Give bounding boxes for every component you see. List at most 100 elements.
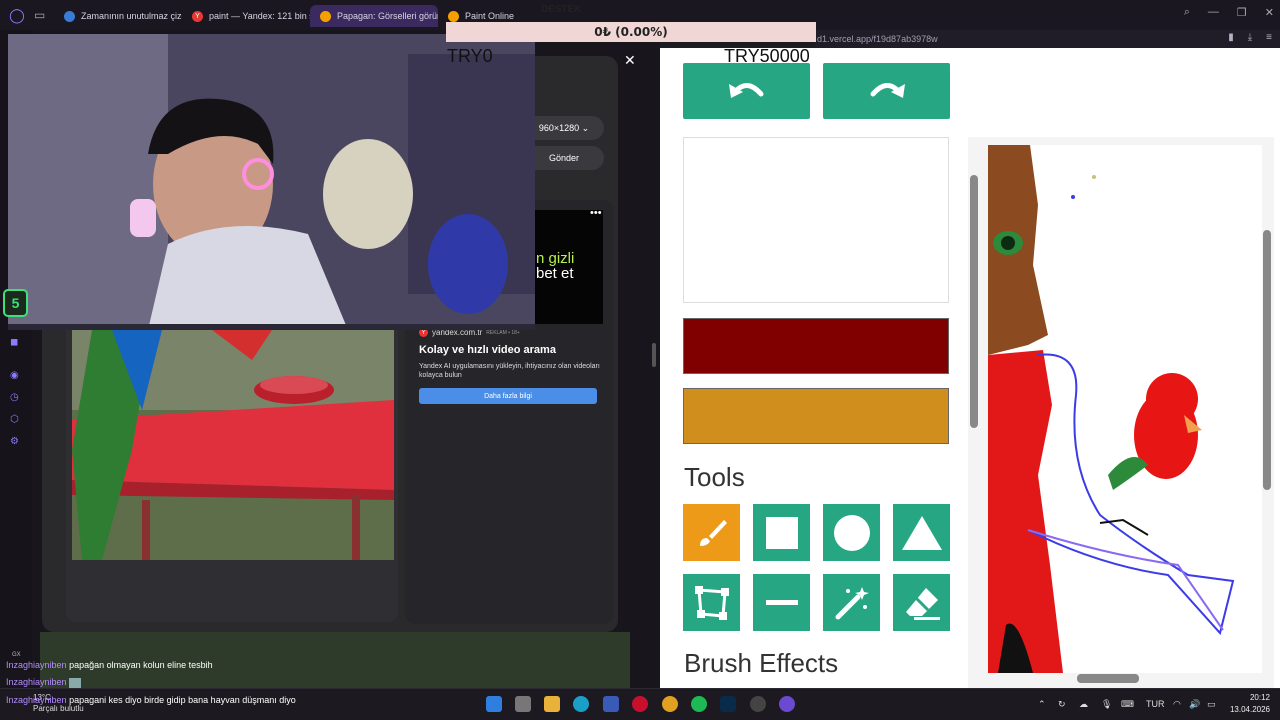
magic-wand-tool-button[interactable] bbox=[823, 574, 880, 631]
volume-icon[interactable]: 🔊 bbox=[1189, 699, 1200, 710]
donation-max-label: TRY50000 bbox=[724, 46, 810, 66]
steam-icon[interactable] bbox=[750, 696, 766, 712]
triangle-tool-button[interactable] bbox=[893, 504, 950, 561]
download-icon[interactable]: ⤓ bbox=[1248, 32, 1252, 43]
clock-date: 13.04.2026 bbox=[1229, 705, 1270, 714]
send-label: Gönder bbox=[548, 153, 580, 163]
battery-icon[interactable]: ▭ bbox=[1207, 699, 1216, 710]
cloud-icon[interactable]: ☁ bbox=[1079, 699, 1088, 710]
brush-tool-button[interactable] bbox=[683, 504, 740, 561]
extensions-icon[interactable]: ⬡ bbox=[10, 414, 22, 426]
chrome-icon[interactable] bbox=[662, 696, 678, 712]
chat-username: Inzaghiayniben bbox=[6, 677, 67, 687]
square-icon bbox=[765, 516, 798, 549]
undo-button[interactable] bbox=[683, 63, 810, 119]
tab-0[interactable]: Zamanının unutulmaz çizgi bbox=[54, 5, 182, 27]
circle-tool-button[interactable] bbox=[823, 504, 880, 561]
resolution-label: 960×1280 bbox=[538, 123, 580, 133]
paint-favicon-icon bbox=[448, 10, 459, 22]
chat-text: papagani kes diyo birde gidip bana hayva… bbox=[69, 695, 296, 705]
redo-icon bbox=[870, 83, 905, 98]
resolution-dropdown[interactable]: 960×1280 ⌄ bbox=[524, 116, 604, 140]
ad-more-info-button[interactable]: Daha fazla bilgi bbox=[419, 388, 597, 404]
eraser-tool-button[interactable] bbox=[893, 574, 950, 631]
tab-1[interactable]: Y paint — Yandex: 121 bin so bbox=[182, 5, 310, 27]
chat-message: Inzaghiayniben bbox=[6, 677, 82, 688]
clock-time: 20:12 bbox=[1249, 693, 1270, 702]
tools-scrollbar[interactable] bbox=[970, 175, 978, 428]
modal-close-icon[interactable]: ✕ bbox=[624, 52, 636, 69]
chat-username: Inzaghiayniben bbox=[6, 660, 67, 670]
ad-more-icon[interactable]: ••• bbox=[590, 207, 602, 219]
edge-icon[interactable] bbox=[573, 696, 589, 712]
rectangle-tool-button[interactable] bbox=[753, 504, 810, 561]
ad-headline-white: bet et bbox=[536, 265, 574, 282]
undo-icon bbox=[728, 83, 763, 98]
address-bar[interactable]: d1.vercel.app/f19d87ab3978w ▮ ⤓ ≡ bbox=[815, 30, 1280, 48]
ad-title[interactable]: Kolay ve hızlı video arama bbox=[419, 344, 556, 356]
search-icon[interactable]: ⌕ bbox=[1184, 6, 1190, 19]
player-icon[interactable]: ◉ bbox=[10, 370, 22, 382]
brush-icon bbox=[699, 519, 727, 546]
restore-icon[interactable]: ❐ bbox=[1237, 6, 1247, 19]
history-icon[interactable]: ◷ bbox=[10, 392, 22, 404]
send-button[interactable]: Gönder bbox=[524, 146, 604, 170]
sync-icon[interactable]: ↻ bbox=[1058, 699, 1066, 710]
address-text: d1.vercel.app/f19d87ab3978w bbox=[817, 34, 938, 44]
parrot-photo[interactable] bbox=[72, 330, 394, 560]
secondary-color-swatch[interactable] bbox=[683, 388, 949, 444]
canvas-vertical-scrollbar[interactable] bbox=[1263, 230, 1271, 490]
parrot-photo-image bbox=[72, 330, 394, 560]
canvas-horizontal-scrollbar[interactable] bbox=[1077, 674, 1139, 683]
window-controls: ⌕ — ❐ ✕ bbox=[1184, 6, 1274, 19]
chat-text: papağan olmayan kolun eline tesbih bbox=[69, 660, 213, 670]
yandex-favicon-icon: Y bbox=[192, 10, 203, 22]
tab-overview-icon[interactable]: ▭ bbox=[34, 8, 54, 22]
chat-username: Inzaghiayniben bbox=[6, 695, 67, 705]
spotify-icon[interactable] bbox=[691, 696, 707, 712]
chat-message: Inzaghiayniben papağan olmayan kolun eli… bbox=[6, 660, 213, 670]
canvas-drawing bbox=[988, 145, 1235, 673]
keyboard-icon[interactable]: ⌨ bbox=[1121, 699, 1134, 710]
tab-title: Paint Online bbox=[465, 11, 515, 21]
tab-title: Zamanının unutulmaz çizgi bbox=[81, 11, 182, 21]
mail-icon[interactable] bbox=[603, 696, 619, 712]
task-view-icon[interactable] bbox=[515, 696, 531, 712]
twitch-icon[interactable]: ◼ bbox=[10, 337, 22, 349]
photoshop-icon[interactable] bbox=[720, 696, 736, 712]
minimize-icon[interactable]: — bbox=[1208, 6, 1219, 19]
triangle-icon bbox=[901, 515, 942, 550]
start-icon[interactable] bbox=[486, 696, 502, 712]
tools-heading: Tools bbox=[684, 462, 745, 492]
donation-progress-bar: 0₺ (0.00%) bbox=[446, 22, 816, 42]
extension-icon[interactable]: ▮ bbox=[1228, 32, 1234, 43]
page-scrollbar[interactable] bbox=[652, 343, 656, 367]
mic-icon[interactable]: 🎙 bbox=[1101, 699, 1112, 710]
ad-description: Yandex AI uygulamasını yükleyin, ihtiyac… bbox=[419, 363, 600, 379]
stream-counter-badge: 5 bbox=[3, 289, 28, 317]
tab-title: Papagan: Görselleri görün bbox=[337, 11, 438, 21]
close-icon[interactable]: ✕ bbox=[1265, 6, 1274, 19]
menu-icon[interactable]: ≡ bbox=[1266, 32, 1272, 43]
opera-gx-icon[interactable] bbox=[632, 696, 648, 712]
opera-icon[interactable] bbox=[779, 696, 795, 712]
donation-goal-title: DESTEK bbox=[541, 4, 582, 15]
ad-tag: REKLAM • 18+ bbox=[486, 329, 520, 336]
wifi-icon[interactable]: ◠ bbox=[1173, 699, 1181, 710]
tab-2[interactable]: Papagan: Görselleri görün bbox=[310, 5, 438, 27]
polygon-tool-button[interactable] bbox=[683, 574, 740, 631]
primary-color-swatch[interactable] bbox=[683, 318, 949, 374]
opera-logo-icon[interactable]: ◯ bbox=[0, 0, 34, 30]
file-explorer-icon[interactable] bbox=[544, 696, 560, 712]
settings-icon[interactable]: ⚙ bbox=[10, 436, 22, 448]
line-tool-button[interactable] bbox=[753, 574, 810, 631]
favicon-icon bbox=[320, 10, 331, 22]
donation-min-label: TRY0 bbox=[447, 46, 493, 66]
polygon-icon bbox=[694, 585, 729, 620]
tray-chevron-icon[interactable]: ⌃ bbox=[1038, 699, 1046, 710]
line-icon bbox=[765, 599, 798, 605]
drawing-canvas[interactable] bbox=[988, 145, 1262, 673]
language-indicator[interactable]: TUR bbox=[1146, 699, 1165, 709]
system-clock[interactable]: 20:12 13.04.2026 bbox=[1230, 692, 1270, 716]
redo-button[interactable] bbox=[823, 63, 950, 119]
